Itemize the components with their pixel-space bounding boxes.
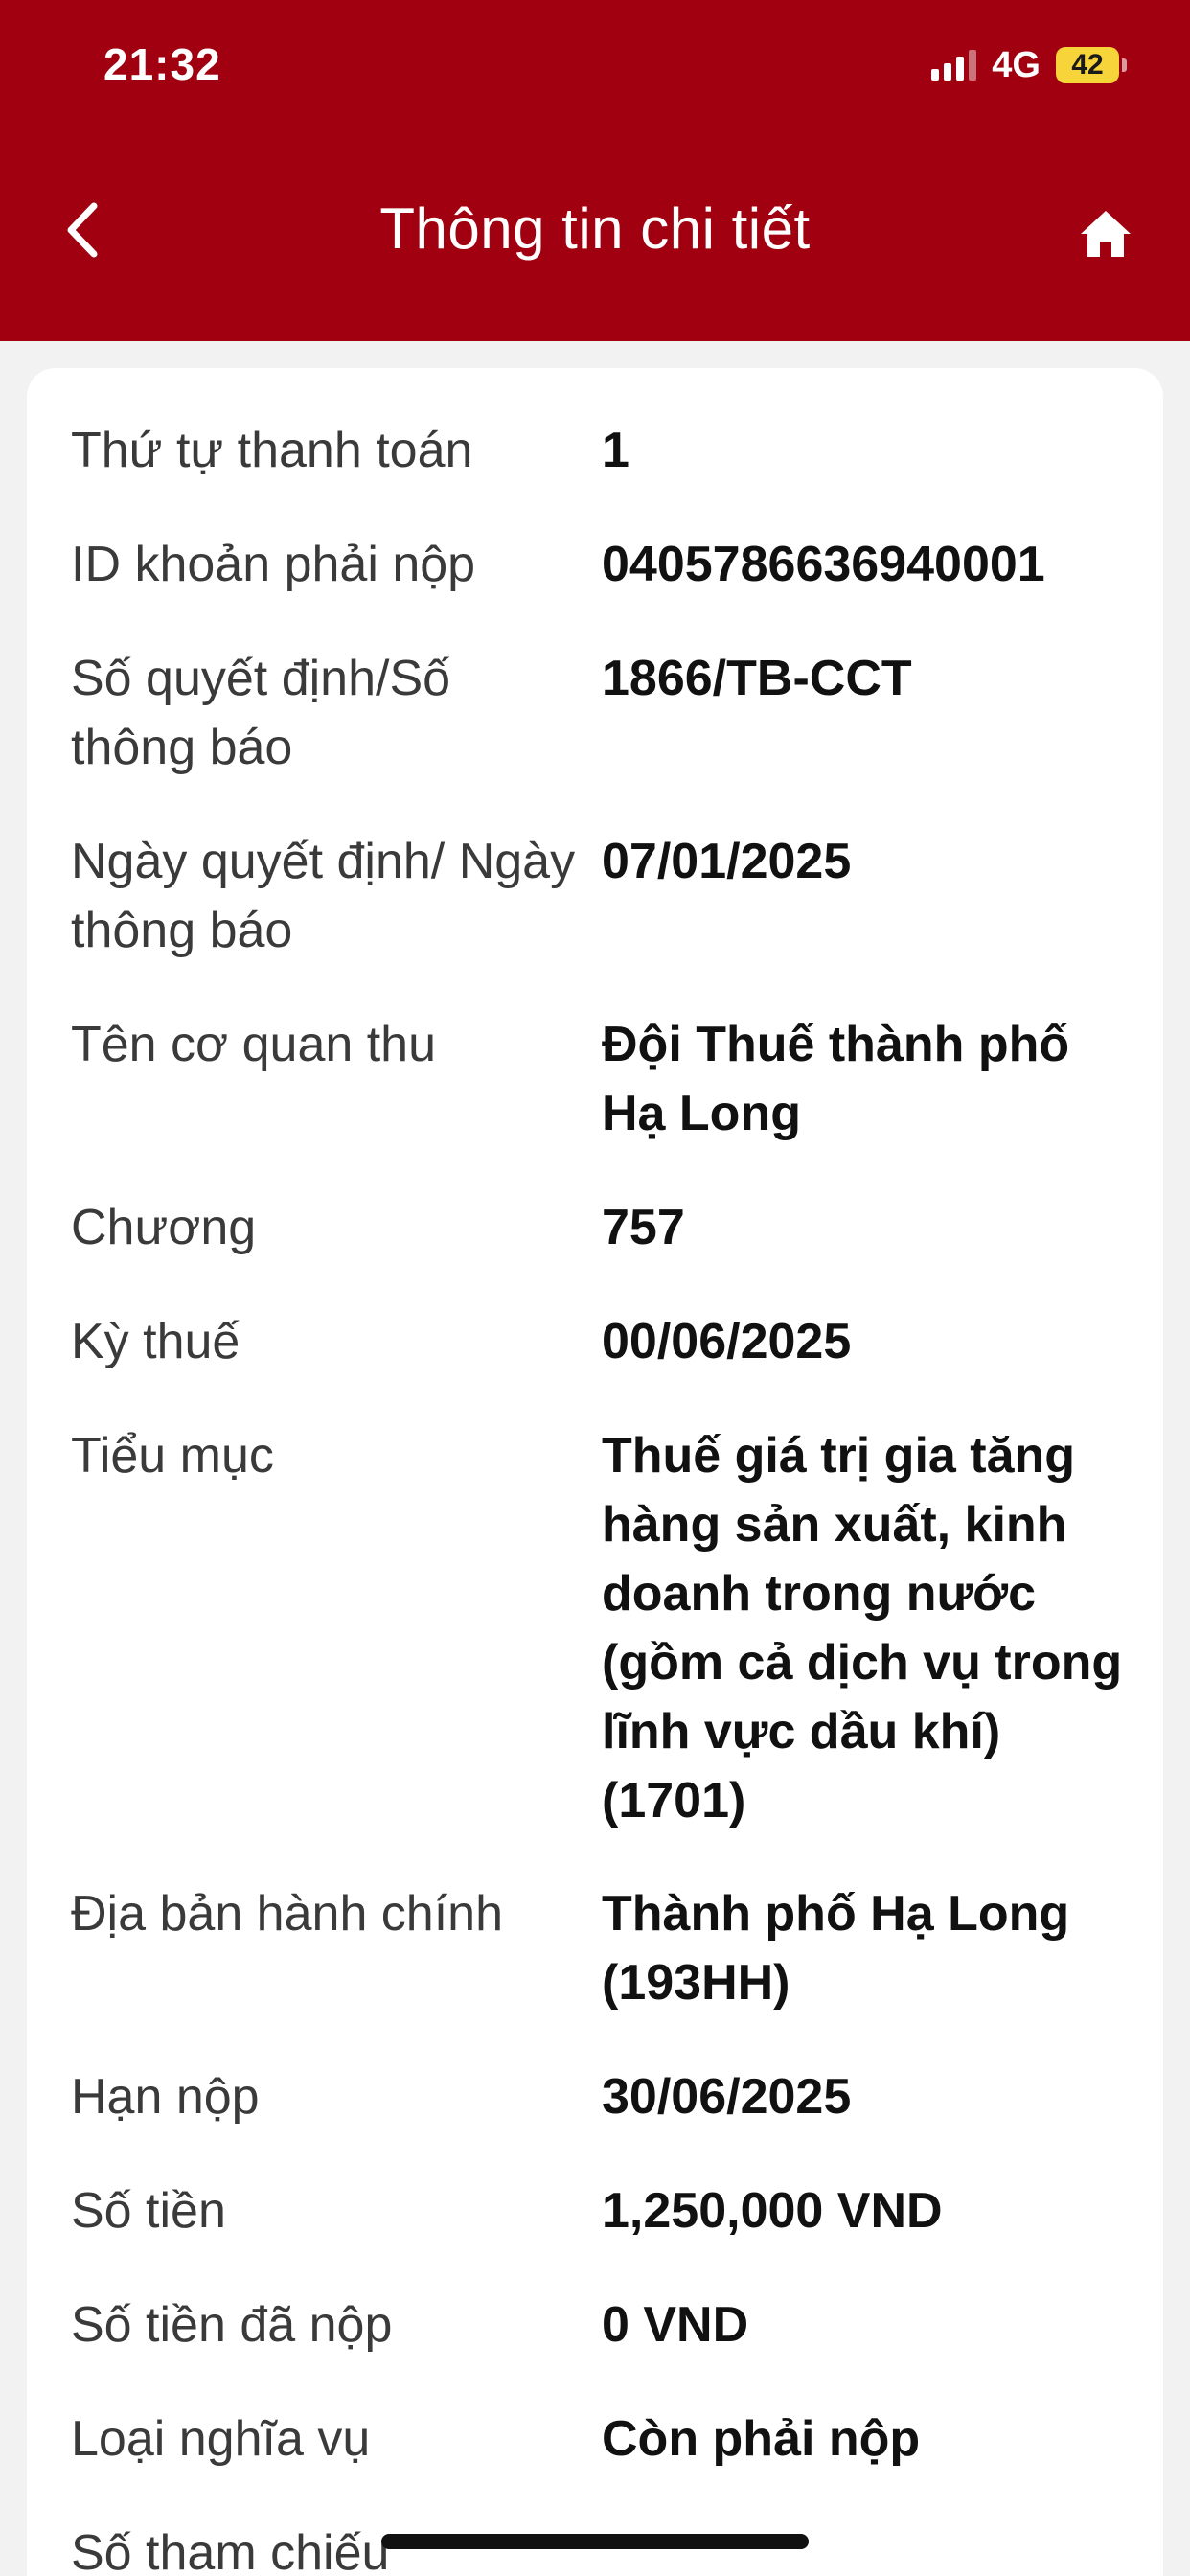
page-title: Thông tin chi tiết xyxy=(379,196,811,261)
status-time: 21:32 xyxy=(103,39,221,89)
app-header: 21:32 4G 42 Thông tin chi tiết xyxy=(0,0,1190,341)
detail-value: 0 VND xyxy=(602,2297,749,2353)
battery-icon: 42 xyxy=(1056,47,1127,83)
detail-label: Số quyết định/Số thông báo xyxy=(71,651,451,775)
detail-value: Thuế giá trị gia tăng hàng sản xuất, kin… xyxy=(602,1428,1123,1828)
detail-label: Tên cơ quan thu xyxy=(71,1017,437,1072)
home-icon xyxy=(1081,211,1131,257)
detail-label: Kỳ thuế xyxy=(71,1314,240,1369)
home-button[interactable] xyxy=(1071,199,1140,268)
detail-value: 07/01/2025 xyxy=(602,834,852,889)
detail-label: ID khoản phải nộp xyxy=(71,537,476,592)
detail-value: 1,250,000 VND xyxy=(602,2183,943,2239)
detail-value: Đội Thuế thành phố Hạ Long xyxy=(602,1017,1070,1141)
signal-icon xyxy=(931,50,977,80)
detail-label: Loại nghĩa vụ xyxy=(71,2411,371,2467)
detail-value: 1 xyxy=(602,423,629,478)
detail-label: Hạn nộp xyxy=(71,2069,260,2125)
detail-value: Thành phố Hạ Long (193HH) xyxy=(602,1886,1070,2011)
detail-value: Còn phải nộp xyxy=(602,2411,921,2467)
detail-label: Số tiền đã nộp xyxy=(71,2297,393,2353)
detail-label: Ngày quyết định/ Ngày thông báo xyxy=(71,834,576,958)
detail-label: Số tiền xyxy=(71,2183,226,2239)
detail-label: Thứ tự thanh toán xyxy=(71,423,473,478)
detail-value: 757 xyxy=(602,1200,685,1255)
detail-value: 0405786636940001 xyxy=(602,537,1045,592)
detail-card: Thứ tự thanh toán 1 ID khoản phải nộp 04… xyxy=(27,368,1163,2576)
home-indicator[interactable] xyxy=(381,2534,809,2549)
detail-label: Địa bản hành chính xyxy=(71,1886,504,1942)
network-type: 4G xyxy=(992,44,1041,85)
detail-label: Chương xyxy=(71,1200,257,1255)
detail-value: 00/06/2025 xyxy=(602,1314,852,1369)
detail-value: 1866/TB-CCT xyxy=(602,651,912,706)
status-indicators: 4G 42 xyxy=(931,44,1127,86)
battery-level: 42 xyxy=(1056,47,1119,83)
detail-value: 30/06/2025 xyxy=(602,2069,852,2125)
detail-label: Tiểu mục xyxy=(71,1428,274,1484)
